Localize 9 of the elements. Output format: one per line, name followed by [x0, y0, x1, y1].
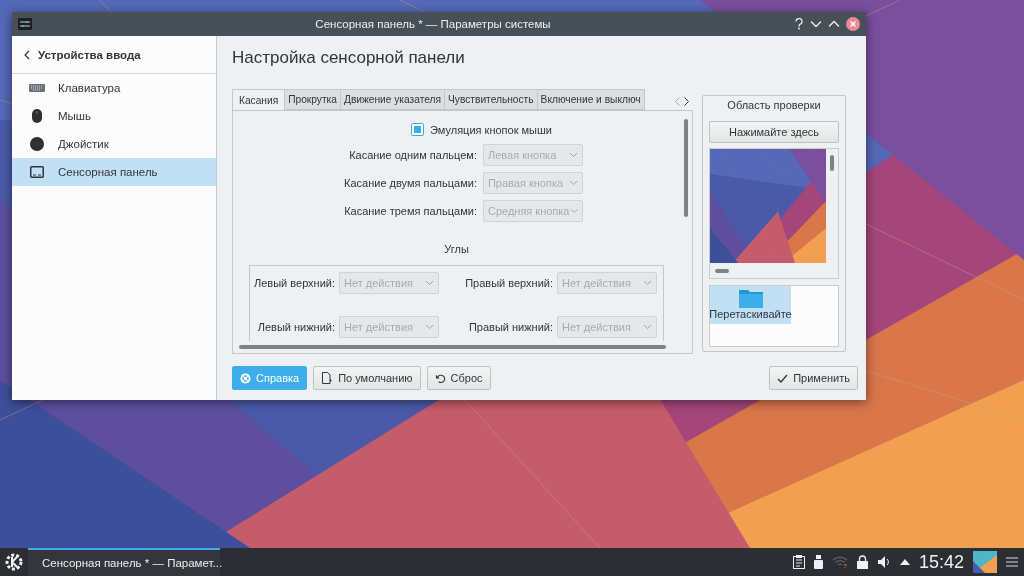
clock[interactable]: 15:42 — [918, 551, 964, 573]
speaker-icon[interactable] — [876, 555, 891, 569]
menu-icon[interactable] — [1006, 557, 1018, 567]
lock-icon[interactable] — [856, 555, 868, 569]
gear-logo-icon[interactable] — [4, 552, 24, 572]
task-button[interactable]: Сенсорная панель * — Парамет... — [28, 548, 220, 576]
clipboard-icon[interactable] — [792, 555, 805, 569]
usb-drive-icon[interactable] — [813, 555, 823, 569]
expand-arrow-icon[interactable] — [899, 559, 910, 565]
